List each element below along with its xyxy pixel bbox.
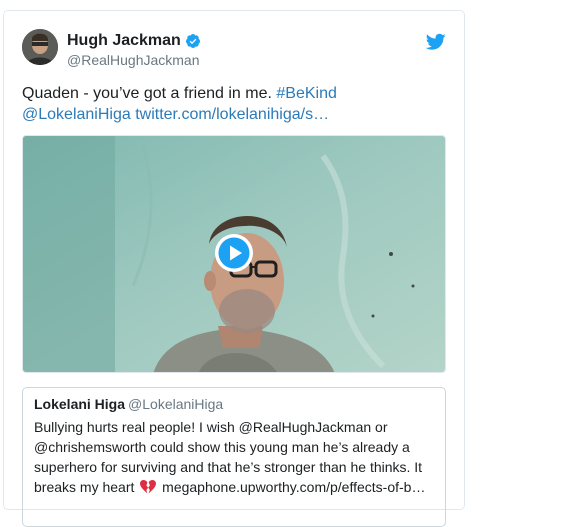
hashtag-link[interactable]: #BeKind bbox=[276, 85, 337, 102]
twitter-bird-icon[interactable] bbox=[426, 33, 446, 51]
embedded-tweet-card[interactable]: Hugh Jackman @RealHughJackman Quaden - y… bbox=[3, 10, 465, 527]
author-display-name[interactable]: Hugh Jackman bbox=[67, 32, 181, 50]
video-player[interactable] bbox=[22, 135, 446, 373]
quoted-display-name[interactable]: Lokelani Higa bbox=[34, 396, 125, 412]
tweet-body: Quaden - you’ve got a friend in me. bbox=[22, 85, 277, 102]
author-handle[interactable]: @RealHughJackman bbox=[67, 52, 201, 68]
avatar-photo bbox=[22, 29, 58, 65]
quoted-handle[interactable]: @LokelaniHiga bbox=[128, 396, 223, 412]
quoted-url-link[interactable]: megaphone.upworthy.com/p/effects-of-b… bbox=[162, 479, 425, 495]
quoted-tweet[interactable]: Lokelani Higa @LokelaniHiga Bullying hurt… bbox=[22, 387, 446, 527]
quoted-tweet-header: Lokelani Higa @LokelaniHiga bbox=[34, 396, 223, 412]
broken-heart-icon bbox=[140, 480, 157, 494]
tweet-text: Quaden - you’ve got a friend in me. #BeK… bbox=[22, 83, 452, 125]
tweet-header: Hugh Jackman @RealHughJackman bbox=[22, 29, 446, 69]
avatar[interactable] bbox=[22, 29, 58, 65]
verified-badge-icon bbox=[185, 34, 200, 48]
quoted-tweet-text: Bullying hurts real people! I wish @Real… bbox=[34, 417, 439, 497]
author-names: Hugh Jackman @RealHughJackman bbox=[67, 31, 201, 68]
url-link[interactable]: twitter.com/lokelanihiga/s… bbox=[135, 106, 329, 123]
mention-link[interactable]: @LokelaniHiga bbox=[22, 106, 131, 123]
play-circle-icon[interactable] bbox=[214, 233, 254, 273]
